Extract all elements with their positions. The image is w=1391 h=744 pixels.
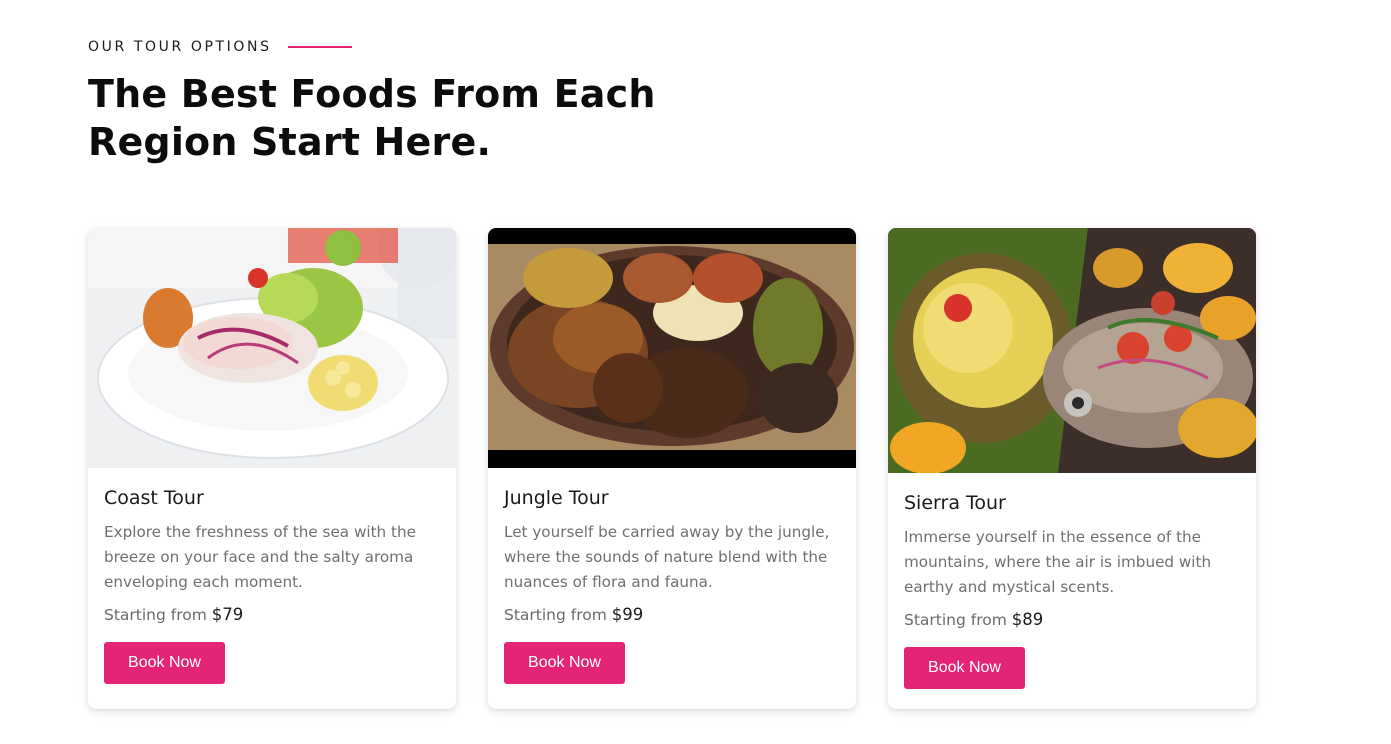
tour-description: Immerse yourself in the essence of the m…	[904, 528, 1212, 596]
section-header: OUR TOUR OPTIONS The Best Foods From Eac…	[88, 38, 688, 166]
section-eyebrow: OUR TOUR OPTIONS	[88, 39, 272, 55]
book-now-button[interactable]: Book Now	[904, 647, 1025, 689]
book-now-button[interactable]: Book Now	[504, 642, 625, 684]
tour-title: Jungle Tour	[504, 487, 609, 509]
price-value: $99	[611, 605, 644, 624]
tour-price: Starting from $89	[904, 608, 1240, 632]
tour-card-coast: Coast Tour Explore the freshness of the …	[88, 228, 456, 709]
section-headline: The Best Foods From Each Region Start He…	[88, 70, 688, 166]
price-value: $89	[1011, 610, 1044, 629]
book-now-button[interactable]: Book Now	[104, 642, 225, 684]
eyebrow-row: OUR TOUR OPTIONS	[88, 38, 688, 56]
tour-title: Coast Tour	[104, 487, 204, 509]
grilled-meats-bowl-photo	[488, 228, 856, 468]
tour-card-sierra: Sierra Tour Immerse yourself in the esse…	[888, 228, 1256, 709]
tour-title: Sierra Tour	[904, 492, 1006, 514]
tour-description: Explore the freshness of the sea with th…	[104, 523, 416, 591]
price-value: $79	[211, 605, 244, 624]
tour-cards: Coast Tour Explore the freshness of the …	[88, 228, 1256, 709]
tour-card-jungle: Jungle Tour Let yourself be carried away…	[488, 228, 856, 709]
headline-line-1: The Best Foods From Each	[88, 72, 656, 116]
headline-line-2: Region Start Here.	[88, 120, 492, 164]
price-label: Starting from	[104, 606, 207, 624]
ceviche-plate-photo	[88, 228, 456, 468]
price-label: Starting from	[504, 606, 607, 624]
tour-price: Starting from $79	[104, 603, 440, 627]
tour-description: Let yourself be carried away by the jung…	[504, 523, 830, 591]
eyebrow-accent-line	[287, 46, 352, 48]
tour-price: Starting from $99	[504, 603, 840, 627]
leaf-wrapped-fish-photo	[888, 228, 1256, 473]
price-label: Starting from	[904, 611, 1007, 629]
